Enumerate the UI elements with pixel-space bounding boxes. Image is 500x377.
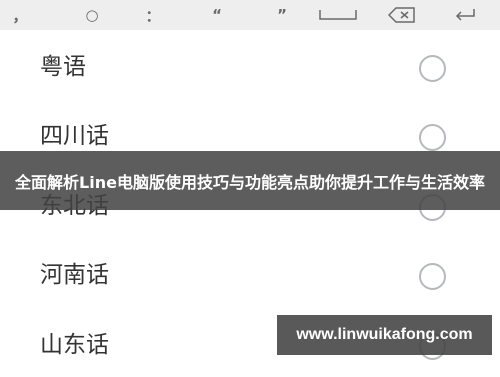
enter-key[interactable] — [445, 0, 485, 30]
dialect-label: 粤语 — [40, 54, 86, 80]
backspace-key[interactable] — [382, 0, 422, 30]
dialect-label: 河南话 — [40, 262, 109, 288]
radio-button[interactable] — [419, 124, 446, 151]
dialect-option[interactable]: 粤语 — [0, 30, 500, 99]
keyboard-toolbar: ， ○ ： “ ” — [0, 0, 500, 30]
colon-key[interactable]: ： — [133, 0, 173, 30]
space-key[interactable] — [313, 0, 363, 30]
comma-key[interactable]: ， — [0, 0, 40, 30]
space-key-icon — [319, 10, 357, 20]
open-quote-key[interactable]: “ — [197, 0, 237, 30]
circle-key[interactable]: ○ — [72, 0, 112, 30]
dialect-label: 山东话 — [40, 332, 109, 358]
radio-button[interactable] — [419, 263, 446, 290]
backspace-icon — [388, 7, 415, 23]
dialect-label: 四川话 — [40, 123, 109, 149]
watermark-badge: www.linwuikafong.com — [277, 315, 492, 355]
dialect-option[interactable]: 河南话 — [0, 238, 500, 307]
watermark-text: www.linwuikafong.com — [296, 326, 473, 343]
title-banner: 全面解析Line电脑版使用技巧与功能亮点助你提升工作与生活效率 — [0, 151, 500, 210]
radio-button[interactable] — [419, 55, 446, 82]
close-quote-key[interactable]: ” — [262, 0, 302, 30]
enter-icon — [455, 9, 475, 21]
banner-text: 全面解析Line电脑版使用技巧与功能亮点助你提升工作与生活效率 — [15, 172, 485, 192]
